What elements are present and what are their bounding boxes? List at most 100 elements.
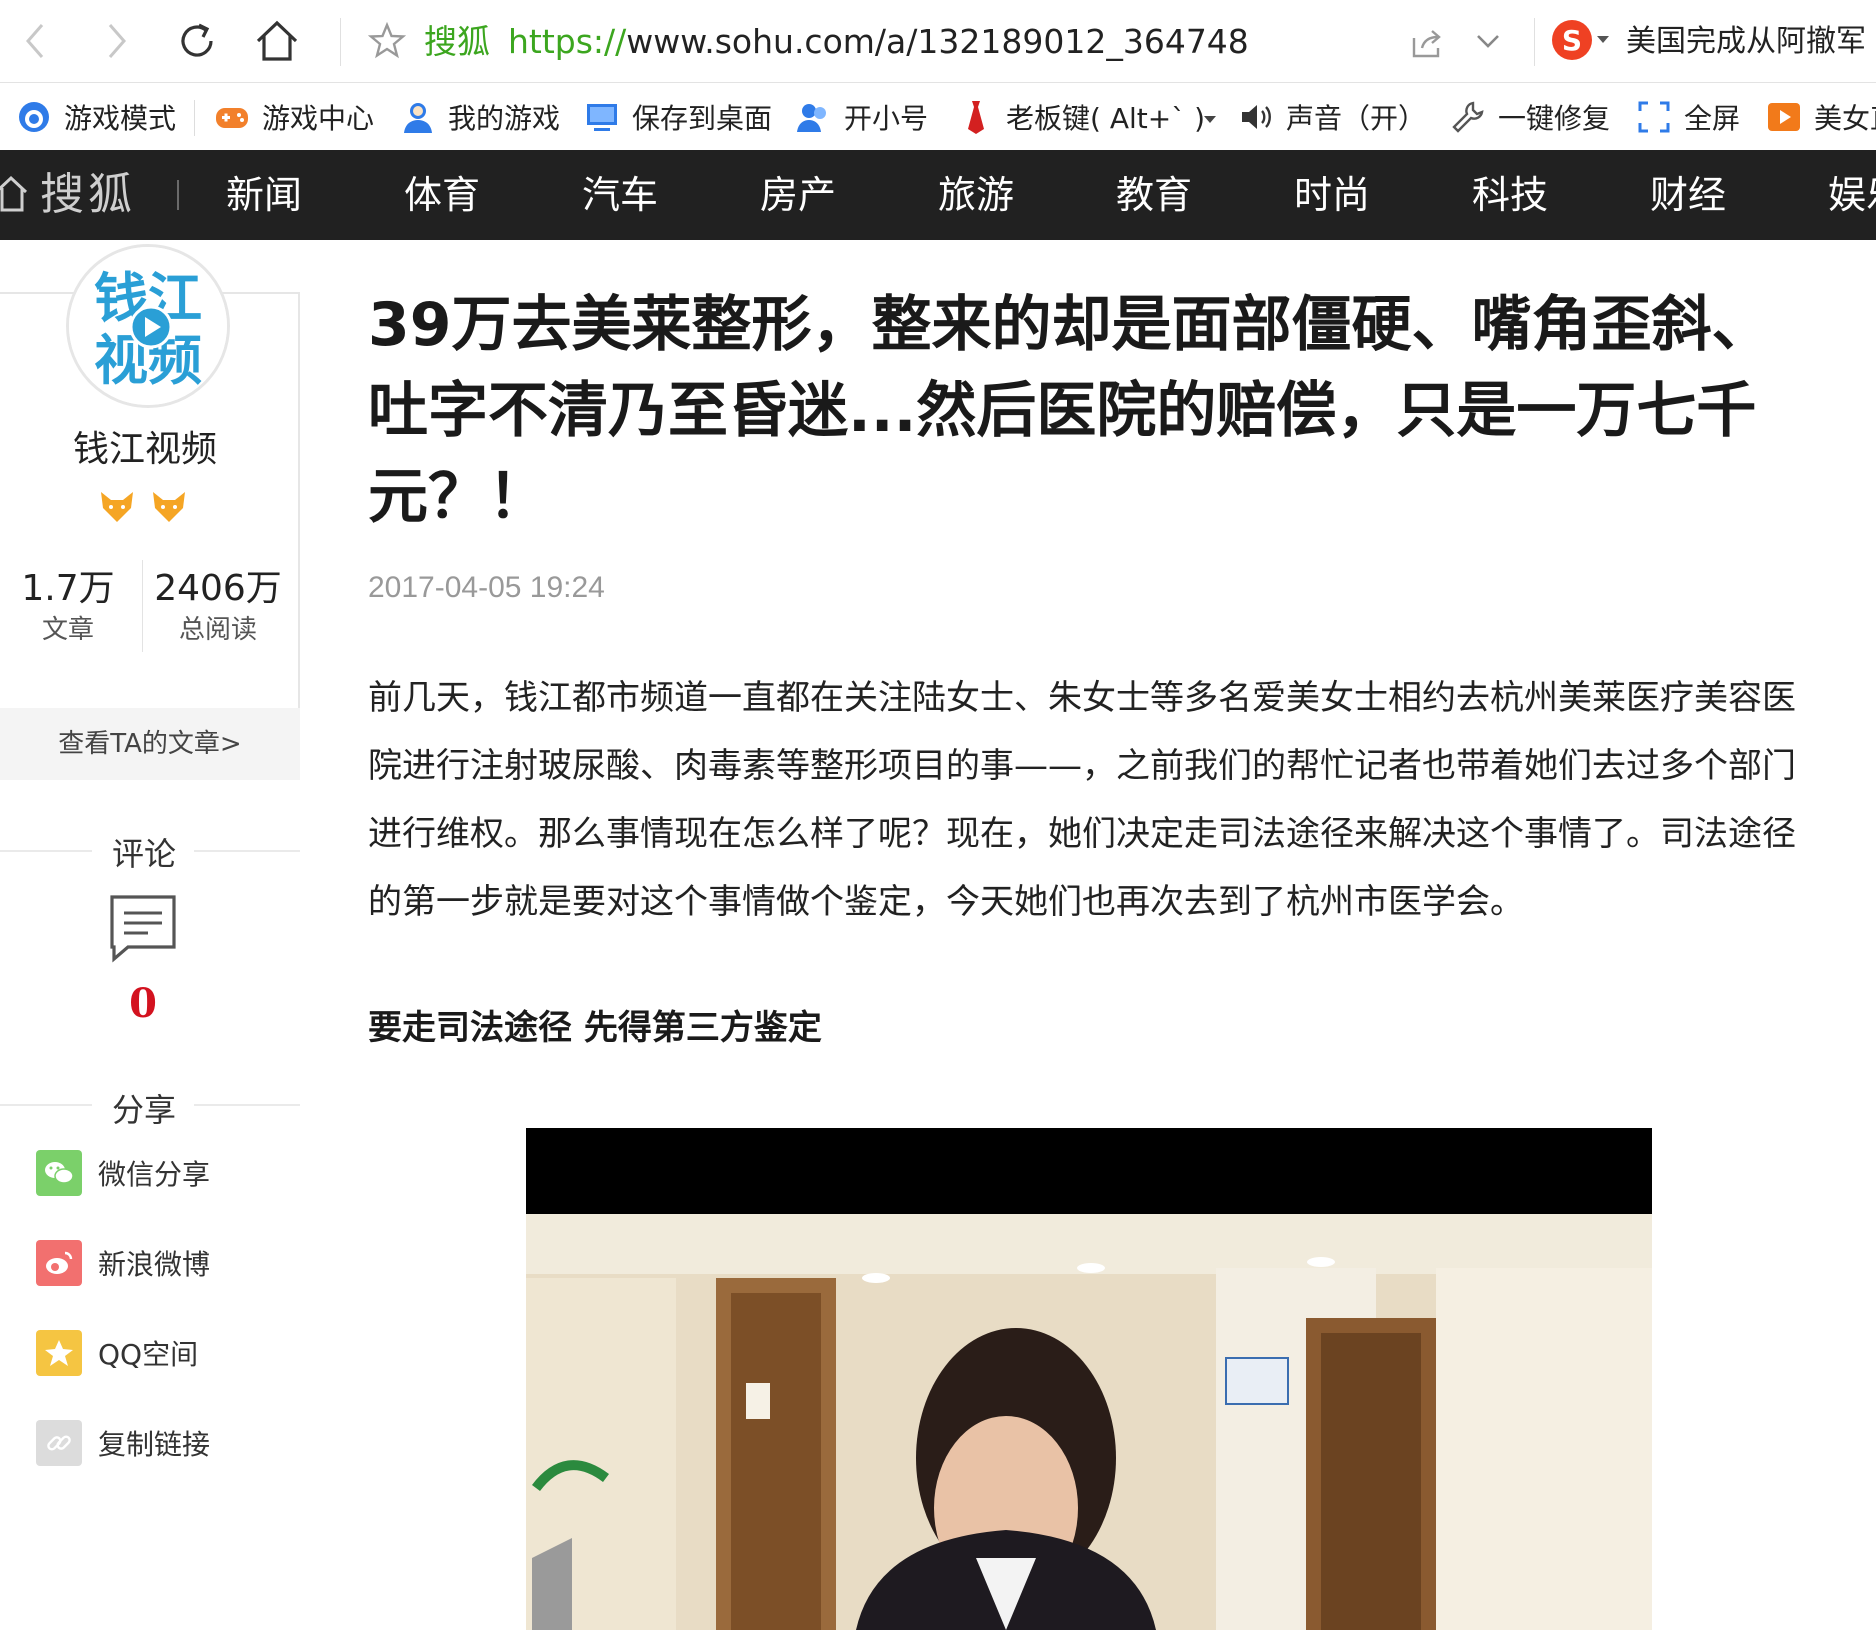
bookmark-save-desktop[interactable]: 保存到桌面 bbox=[584, 94, 772, 140]
bookmark-alt-account[interactable]: 开小号 bbox=[796, 94, 928, 140]
bookmark-label: 开小号 bbox=[844, 102, 929, 135]
address-bar: 搜狐 https://www.sohu.com/a/132189012_3647… bbox=[0, 0, 1876, 83]
search-engine-logo[interactable]: S bbox=[1552, 20, 1592, 60]
nav-item-travel[interactable]: 旅游 bbox=[938, 168, 1014, 222]
share-qzone-button[interactable]: QQ空间 bbox=[36, 1330, 198, 1376]
stat-divider bbox=[142, 560, 143, 652]
comment-icon[interactable] bbox=[108, 893, 178, 963]
home-button[interactable] bbox=[252, 14, 302, 68]
view-author-articles-link[interactable]: 查看TA的文章> bbox=[0, 708, 300, 780]
author-badges bbox=[98, 490, 188, 524]
qzone-icon bbox=[36, 1330, 82, 1376]
toolbar-divider bbox=[340, 18, 341, 66]
reload-button[interactable] bbox=[172, 14, 222, 68]
fox-badge-icon bbox=[153, 492, 185, 522]
bookmark-live[interactable]: 美女直 bbox=[1766, 94, 1876, 140]
nav-item-sports[interactable]: 体育 bbox=[404, 168, 480, 222]
bookmark-repair[interactable]: 一键修复 bbox=[1450, 94, 1610, 140]
bookmark-label: 保存到桌面 bbox=[632, 102, 773, 135]
bookmark-boss-key[interactable]: 老板键( Alt+` ) bbox=[958, 94, 1205, 140]
alt-account-icon bbox=[796, 99, 832, 135]
link-icon bbox=[36, 1420, 82, 1466]
article-title: 39万去美莱整形，整来的却是面部僵硬、嘴角歪斜、吐字不清乃至昏迷...然后医院的… bbox=[368, 290, 1772, 532]
fullscreen-icon bbox=[1636, 99, 1672, 135]
share-label: 复制链接 bbox=[98, 1428, 211, 1461]
url-path: www.sohu.com/a/132189012_364748 bbox=[626, 22, 1249, 61]
bookmark-label: 游戏模式 bbox=[64, 102, 177, 135]
article-subheading: 要走司法途径 先得第三方鉴定 bbox=[368, 1008, 822, 1048]
nav-item-fashion[interactable]: 时尚 bbox=[1294, 168, 1370, 222]
bookmark-fullscreen[interactable]: 全屏 bbox=[1636, 94, 1740, 140]
bookmark-game-center[interactable]: 游戏中心 bbox=[214, 94, 374, 140]
fox-badge-icon bbox=[101, 492, 133, 522]
boss-key-dropdown-icon[interactable] bbox=[1204, 116, 1216, 123]
sound-icon bbox=[1238, 99, 1274, 135]
nav-item-auto[interactable]: 汽车 bbox=[582, 168, 658, 222]
bookmarks-bar: 游戏模式 游戏中心 我的游戏 保存到桌面 开小号 老板键( Alt+` ) 声音… bbox=[0, 84, 1876, 150]
bookmark-label: 声音（开） bbox=[1286, 102, 1427, 135]
site-name-label: 搜狐 bbox=[424, 22, 490, 61]
nav-item-tech[interactable]: 科技 bbox=[1472, 168, 1548, 222]
stat-reads: 2406万 总阅读 bbox=[150, 566, 286, 648]
article-timestamp: 2017-04-05 19:24 bbox=[368, 571, 605, 604]
back-button[interactable] bbox=[10, 14, 60, 68]
share-copy-link-button[interactable]: 复制链接 bbox=[36, 1420, 210, 1466]
url-field[interactable]: https://www.sohu.com/a/132189012_364748 bbox=[508, 20, 1249, 64]
article-video[interactable] bbox=[526, 1128, 1652, 1630]
bookmark-sound[interactable]: 声音（开） bbox=[1238, 94, 1426, 140]
save-desktop-icon bbox=[584, 99, 620, 135]
bookmark-label: 一键修复 bbox=[1498, 102, 1611, 135]
wechat-icon bbox=[36, 1150, 82, 1196]
nav-item-entertainment[interactable]: 娱乐 bbox=[1828, 168, 1876, 222]
bookmark-my-games[interactable]: 我的游戏 bbox=[400, 94, 560, 140]
article-paragraph: 前几天，钱江都市频道一直都在关注陆女士、朱女士等多名爱美女士相约去杭州美莱医疗美… bbox=[368, 678, 1796, 922]
game-mode-icon bbox=[16, 99, 52, 135]
nav-item-news[interactable]: 新闻 bbox=[226, 168, 302, 222]
forward-button[interactable] bbox=[92, 14, 142, 68]
nav-item-finance[interactable]: 财经 bbox=[1650, 168, 1726, 222]
search-engine-caret-icon[interactable] bbox=[1597, 36, 1609, 43]
toolbar-divider bbox=[1534, 18, 1535, 66]
chevron-down-icon[interactable] bbox=[1474, 30, 1502, 54]
weibo-icon bbox=[36, 1240, 82, 1286]
game-center-icon bbox=[214, 99, 250, 135]
home-icon[interactable] bbox=[0, 174, 28, 214]
repair-icon bbox=[1450, 99, 1486, 135]
bookmark-label: 全屏 bbox=[1684, 102, 1741, 135]
stat-reads-label: 总阅读 bbox=[178, 615, 257, 645]
bookmark-star-icon[interactable] bbox=[368, 22, 406, 60]
share-label: 新浪微博 bbox=[98, 1248, 211, 1281]
share-label: 微信分享 bbox=[98, 1158, 211, 1191]
bookmark-label: 游戏中心 bbox=[262, 102, 375, 135]
bookmark-label: 美女直 bbox=[1814, 102, 1876, 135]
chevron-right-icon bbox=[108, 24, 126, 58]
chevron-left-icon bbox=[26, 24, 44, 58]
home-icon bbox=[256, 20, 298, 61]
share-weibo-button[interactable]: 新浪微博 bbox=[36, 1240, 210, 1286]
nav-divider bbox=[177, 180, 179, 210]
url-scheme: https:// bbox=[508, 22, 627, 61]
boss-key-icon bbox=[958, 99, 994, 135]
stat-reads-value: 2406万 bbox=[154, 568, 282, 609]
author-avatar[interactable]: 钱江 视频 bbox=[66, 244, 230, 408]
site-brand[interactable]: 搜狐 bbox=[40, 168, 136, 222]
nav-item-realestate[interactable]: 房产 bbox=[760, 168, 836, 222]
comments-title: 评论 bbox=[111, 835, 176, 873]
stat-articles: 1.7万 文章 bbox=[8, 566, 128, 648]
comment-count[interactable]: 0 bbox=[0, 978, 286, 1030]
share-wechat-button[interactable]: 微信分享 bbox=[36, 1150, 210, 1196]
live-icon bbox=[1766, 99, 1802, 135]
bookmark-game-mode[interactable]: 游戏模式 bbox=[16, 94, 176, 140]
my-games-icon bbox=[400, 99, 436, 135]
bookmark-label: 老板键( Alt+` ) bbox=[1006, 102, 1206, 135]
author-name[interactable]: 钱江视频 bbox=[0, 425, 290, 475]
site-nav: 搜狐 新闻 体育 汽车 房产 旅游 教育 时尚 科技 财经 娱乐 bbox=[0, 150, 1876, 240]
nav-item-education[interactable]: 教育 bbox=[1116, 168, 1192, 222]
bookmark-divider bbox=[194, 100, 195, 136]
stat-articles-value: 1.7万 bbox=[21, 568, 115, 609]
bookmark-label: 我的游戏 bbox=[448, 102, 561, 135]
search-hot-topic[interactable]: 美国完成从阿撤军 bbox=[1626, 20, 1866, 64]
share-page-icon[interactable] bbox=[1410, 26, 1444, 60]
share-title: 分享 bbox=[111, 1091, 176, 1129]
stat-articles-label: 文章 bbox=[41, 615, 94, 645]
